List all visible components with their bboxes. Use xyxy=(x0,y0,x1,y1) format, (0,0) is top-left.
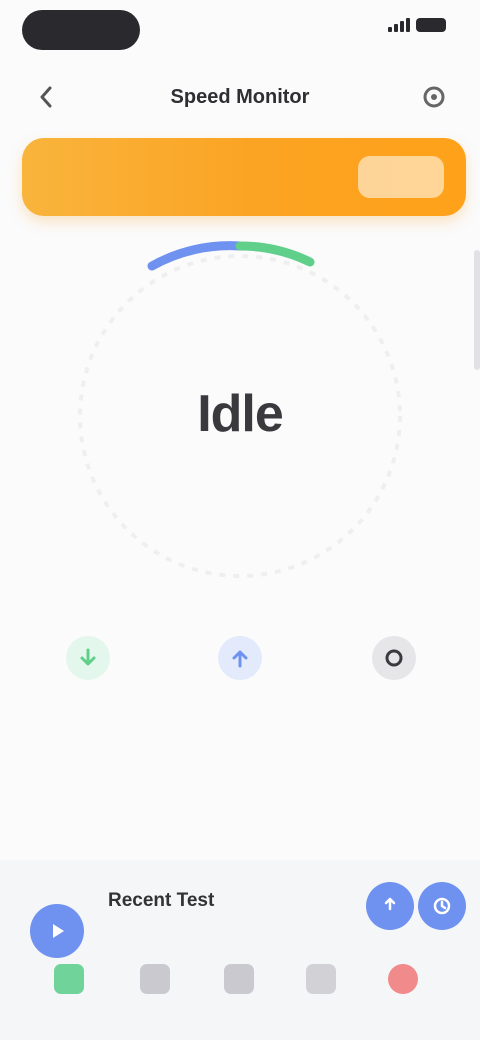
stats-row xyxy=(0,636,480,766)
tab-map[interactable] xyxy=(126,952,184,1012)
tab-alerts[interactable] xyxy=(374,952,432,1012)
upload-icon xyxy=(218,636,262,680)
gauge-value: Idle xyxy=(197,385,284,443)
history-icon xyxy=(433,897,451,915)
speed-gauge: Idle xyxy=(60,226,420,606)
share-button[interactable] xyxy=(366,882,414,930)
status-indicators xyxy=(382,18,446,32)
tab-bar xyxy=(30,952,450,1022)
scrollbar[interactable] xyxy=(474,250,480,370)
page-title: Speed Monitor xyxy=(170,86,310,108)
stat-download[interactable] xyxy=(28,636,148,704)
gear-icon xyxy=(423,86,445,108)
battery-icon xyxy=(416,18,446,32)
map-tab-icon xyxy=(140,964,170,994)
speed-tab-icon xyxy=(54,964,84,994)
alert-tab-icon xyxy=(388,964,418,994)
share-icon xyxy=(384,897,396,911)
banner-action-button[interactable] xyxy=(358,156,444,198)
results-tab-icon xyxy=(224,964,254,994)
quick-actions xyxy=(366,882,466,930)
dynamic-island xyxy=(22,10,140,50)
play-icon xyxy=(53,924,64,938)
signal-icon xyxy=(388,18,410,32)
back-button[interactable] xyxy=(26,80,66,114)
bottom-panel: Recent Test xyxy=(0,860,480,1040)
stat-upload[interactable] xyxy=(180,636,300,704)
promo-banner[interactable] xyxy=(22,138,466,216)
stat-ping[interactable] xyxy=(334,636,454,704)
gauge-arc-blue xyxy=(147,241,245,271)
download-icon xyxy=(66,636,110,680)
settings-button[interactable] xyxy=(414,80,454,114)
chevron-left-icon xyxy=(40,86,52,108)
tab-speed[interactable] xyxy=(40,952,98,1012)
start-test-button[interactable] xyxy=(30,904,84,958)
bottom-title: Recent Test xyxy=(108,890,215,911)
status-bar xyxy=(0,0,480,64)
ping-icon xyxy=(372,636,416,680)
top-nav: Speed Monitor xyxy=(0,72,480,122)
history-button[interactable] xyxy=(418,882,466,930)
tab-results[interactable] xyxy=(210,952,268,1012)
tab-tools[interactable] xyxy=(292,952,350,1012)
tools-tab-icon xyxy=(306,964,336,994)
